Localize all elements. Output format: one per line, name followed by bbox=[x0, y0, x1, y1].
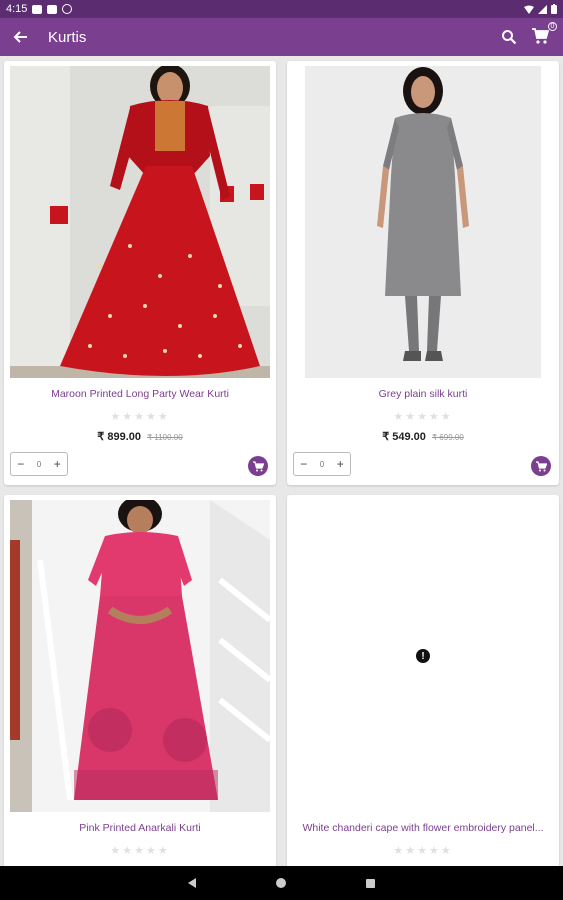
decrement-button[interactable]: − bbox=[17, 457, 24, 471]
star-icon: ★ bbox=[122, 845, 135, 857]
star-icon: ★ bbox=[145, 411, 158, 423]
star-icon: ★ bbox=[428, 845, 441, 857]
notification-icon-2 bbox=[47, 4, 58, 14]
back-button[interactable] bbox=[0, 18, 40, 56]
rating-stars: ★★★★★ bbox=[287, 844, 559, 857]
add-to-cart-button[interactable] bbox=[248, 456, 268, 476]
star-icon: ★ bbox=[405, 845, 418, 857]
add-to-cart-icon bbox=[535, 460, 547, 471]
product-grid: Maroon Printed Long Party Wear Kurti ★★★… bbox=[0, 56, 563, 866]
star-icon: ★ bbox=[440, 411, 453, 423]
app-bar: Kurtis 0 bbox=[0, 18, 563, 56]
notification-icon bbox=[32, 4, 43, 14]
star-icon: ★ bbox=[393, 845, 406, 857]
product-card[interactable]: ! White chanderi cape with flower embroi… bbox=[287, 495, 559, 866]
rating-stars: ★★★★★ bbox=[4, 410, 276, 423]
star-icon: ★ bbox=[157, 845, 170, 857]
product-image[interactable] bbox=[10, 66, 270, 378]
nav-back-icon[interactable] bbox=[188, 878, 196, 888]
product-card[interactable]: Pink Printed Anarkali Kurti ★★★★★ bbox=[4, 495, 276, 866]
rating-stars: ★★★★★ bbox=[4, 844, 276, 857]
product-card[interactable]: Grey plain silk kurti ★★★★★ ₹ 549.00 ₹ 6… bbox=[287, 61, 559, 485]
status-left: 4:15 bbox=[6, 3, 73, 15]
nav-home-icon[interactable] bbox=[276, 878, 286, 888]
star-icon: ★ bbox=[417, 411, 429, 423]
cart-count-badge: 0 bbox=[548, 22, 557, 31]
quantity-stepper: − 0 + bbox=[293, 452, 351, 476]
price-row: ₹ 549.00 ₹ 699.00 bbox=[287, 430, 559, 443]
status-bar: 4:15 bbox=[0, 0, 563, 18]
status-time: 4:15 bbox=[6, 3, 28, 15]
star-icon: ★ bbox=[440, 845, 453, 857]
status-right bbox=[524, 4, 557, 14]
star-icon: ★ bbox=[405, 411, 418, 423]
star-icon: ★ bbox=[428, 411, 441, 423]
quantity-stepper: − 0 + bbox=[10, 452, 68, 476]
product-card[interactable]: Maroon Printed Long Party Wear Kurti ★★★… bbox=[4, 61, 276, 485]
signal-icon bbox=[538, 4, 547, 14]
increment-button[interactable]: + bbox=[54, 457, 61, 471]
product-name[interactable]: Grey plain silk kurti bbox=[287, 388, 559, 400]
star-icon: ★ bbox=[134, 845, 146, 857]
product-mrp: ₹ 699.00 bbox=[431, 433, 464, 442]
star-icon: ★ bbox=[145, 845, 158, 857]
rating-stars: ★★★★★ bbox=[287, 410, 559, 423]
star-icon: ★ bbox=[122, 411, 135, 423]
quantity-value: 0 bbox=[319, 459, 325, 469]
star-icon: ★ bbox=[134, 411, 146, 423]
star-icon: ★ bbox=[110, 411, 123, 423]
nav-recents-icon[interactable] bbox=[366, 878, 375, 888]
app-bar-actions: 0 bbox=[501, 22, 563, 47]
price-row: ₹ 899.00 ₹ 1100.00 bbox=[4, 430, 276, 443]
add-to-cart-button[interactable] bbox=[531, 456, 551, 476]
product-name[interactable]: White chanderi cape with flower embroide… bbox=[287, 822, 559, 834]
product-image[interactable] bbox=[305, 66, 541, 378]
star-icon: ★ bbox=[157, 411, 170, 423]
star-icon: ★ bbox=[110, 845, 123, 857]
battery-icon bbox=[551, 4, 557, 14]
sync-icon bbox=[62, 4, 73, 14]
page-title: Kurtis bbox=[48, 28, 87, 46]
increment-button[interactable]: + bbox=[337, 457, 344, 471]
decrement-button[interactable]: − bbox=[300, 457, 307, 471]
search-icon[interactable] bbox=[501, 29, 517, 45]
product-image[interactable] bbox=[10, 500, 270, 812]
quantity-value: 0 bbox=[36, 459, 42, 469]
add-to-cart-icon bbox=[252, 460, 264, 471]
product-price: ₹ 899.00 bbox=[97, 431, 141, 443]
cart-button[interactable]: 0 bbox=[531, 22, 557, 47]
product-name[interactable]: Pink Printed Anarkali Kurti bbox=[4, 822, 276, 834]
star-icon: ★ bbox=[417, 845, 429, 857]
back-arrow-icon bbox=[13, 31, 27, 43]
star-icon: ★ bbox=[393, 411, 406, 423]
system-nav-bar bbox=[0, 866, 563, 900]
cart-icon bbox=[532, 28, 550, 44]
product-mrp: ₹ 1100.00 bbox=[147, 433, 183, 442]
error-icon: ! bbox=[416, 649, 430, 663]
wifi-icon bbox=[524, 5, 534, 14]
product-name[interactable]: Maroon Printed Long Party Wear Kurti bbox=[4, 388, 276, 400]
product-price: ₹ 549.00 bbox=[382, 431, 426, 443]
